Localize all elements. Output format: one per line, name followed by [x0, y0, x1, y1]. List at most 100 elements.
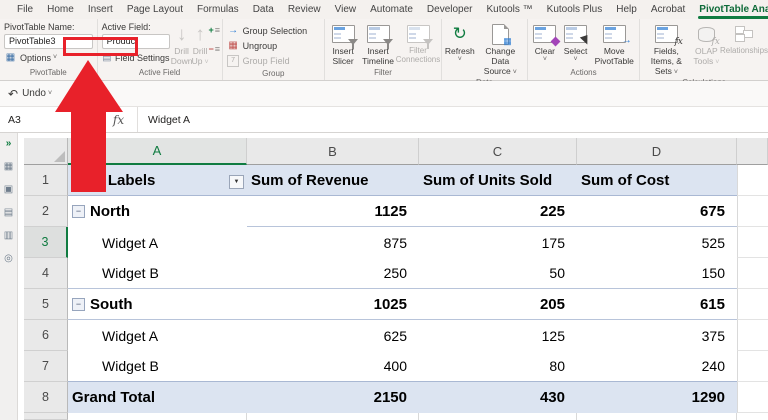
- group-field-button[interactable]: 7 Group Field: [225, 53, 310, 68]
- cell-E3[interactable]: [737, 227, 768, 258]
- tab-home[interactable]: Home: [40, 2, 81, 19]
- cell-D4[interactable]: 150: [577, 258, 737, 289]
- move-pivottable-button[interactable]: → Move PivotTable: [591, 21, 637, 66]
- cell-C7[interactable]: 80: [419, 351, 577, 382]
- cell-C8[interactable]: 430: [419, 382, 577, 413]
- cell-A4[interactable]: Widget B: [68, 258, 247, 289]
- cell-B3[interactable]: 875: [247, 227, 419, 258]
- cell-C3[interactable]: 175: [419, 227, 577, 258]
- cell-D1[interactable]: Sum of Cost: [577, 165, 737, 196]
- tab-acrobat[interactable]: Acrobat: [644, 2, 692, 19]
- tab-formulas[interactable]: Formulas: [190, 2, 246, 19]
- workbook-pane-icon[interactable]: ▦: [4, 162, 13, 172]
- drill-up-button[interactable]: ↑ Drill Up ˅: [192, 21, 209, 67]
- tab-pivottable-analyze[interactable]: PivotTable Analyze: [692, 2, 768, 19]
- cell-C5[interactable]: 205: [419, 289, 577, 320]
- row-labels-filter-button[interactable]: ▼: [229, 175, 244, 189]
- tab-developer[interactable]: Developer: [420, 2, 480, 19]
- cell-B6[interactable]: 625: [247, 320, 419, 351]
- undo-button[interactable]: Undo: [22, 88, 46, 99]
- collapse-north-button[interactable]: −: [72, 205, 85, 218]
- row-header-9[interactable]: [24, 413, 68, 420]
- row-header-4[interactable]: 4: [24, 258, 68, 289]
- tab-help[interactable]: Help: [609, 2, 644, 19]
- cell-E9[interactable]: [737, 413, 768, 420]
- cell-B5[interactable]: 1025: [247, 289, 419, 320]
- cell-B1[interactable]: Sum of Revenue: [247, 165, 419, 196]
- cell-C2[interactable]: 225: [419, 196, 577, 227]
- fields-items-sets-button[interactable]: fx Fields, Items, & Sets ˅: [642, 21, 691, 77]
- refresh-button[interactable]: ↻ Refresh ˅: [444, 21, 476, 64]
- cell-B2[interactable]: 1125: [247, 196, 419, 227]
- cell-B7[interactable]: 400: [247, 351, 419, 382]
- clear-button[interactable]: Clear ˅: [530, 21, 561, 64]
- tab-view[interactable]: View: [328, 2, 364, 19]
- columns-pane-icon[interactable]: ▥: [4, 231, 13, 241]
- form-pane-icon[interactable]: ▣: [4, 185, 13, 195]
- drill-down-button[interactable]: ↓ Drill Down: [171, 21, 193, 67]
- group-selection-button[interactable]: → Group Selection: [225, 23, 310, 38]
- tab-insert[interactable]: Insert: [81, 2, 120, 19]
- row-header-8[interactable]: 8: [24, 382, 68, 413]
- undo-dropdown-caret-icon[interactable]: ˅: [48, 90, 52, 97]
- expand-pane-icon[interactable]: »: [6, 139, 12, 149]
- ungroup-button[interactable]: ▦ Ungroup: [225, 38, 310, 53]
- cell-D8[interactable]: 1290: [577, 382, 737, 413]
- cell-E8[interactable]: [737, 382, 768, 413]
- tab-data[interactable]: Data: [246, 2, 281, 19]
- cell-D5[interactable]: 615: [577, 289, 737, 320]
- collapse-field-button[interactable]: − ≡: [209, 43, 221, 56]
- insert-slicer-button[interactable]: Insert Slicer: [327, 21, 359, 66]
- cell-E5[interactable]: [737, 289, 768, 320]
- column-header-e[interactable]: [737, 138, 768, 165]
- column-header-c[interactable]: C: [419, 138, 577, 165]
- column-header-d[interactable]: D: [577, 138, 737, 165]
- row-header-2[interactable]: 2: [24, 196, 68, 227]
- collapse-south-button[interactable]: −: [72, 297, 85, 311]
- tab-file[interactable]: File: [10, 2, 40, 19]
- cell-C1[interactable]: Sum of Units Sold: [419, 165, 577, 196]
- cell-A3[interactable]: Widget A: [68, 227, 247, 258]
- olap-tools-button[interactable]: fx OLAP Tools ˅: [691, 21, 722, 67]
- cell-A8[interactable]: Grand Total: [68, 382, 247, 413]
- cell-D2[interactable]: 675: [577, 196, 737, 227]
- insert-timeline-button[interactable]: Insert Timeline: [359, 21, 397, 66]
- cell-C6[interactable]: 125: [419, 320, 577, 351]
- cell-E4[interactable]: [737, 258, 768, 289]
- select-button[interactable]: Select ˅: [560, 21, 592, 64]
- cell-E7[interactable]: [737, 351, 768, 382]
- print-pane-icon[interactable]: ▤: [4, 208, 13, 218]
- tab-automate[interactable]: Automate: [363, 2, 420, 19]
- cell-A2[interactable]: − North: [68, 196, 247, 227]
- cell-D6[interactable]: 375: [577, 320, 737, 351]
- cell-D3[interactable]: 525: [577, 227, 737, 258]
- tab-page-layout[interactable]: Page Layout: [120, 2, 190, 19]
- row-header-5[interactable]: 5: [24, 289, 68, 320]
- cell-A9[interactable]: [68, 413, 247, 420]
- cell-A7[interactable]: Widget B: [68, 351, 247, 382]
- tab-review[interactable]: Review: [281, 2, 328, 19]
- expand-field-button[interactable]: + ≡: [209, 24, 221, 37]
- find-pane-icon[interactable]: ◎: [4, 254, 13, 264]
- change-data-source-button[interactable]: ▦ Change Data Source ˅: [476, 21, 525, 77]
- cell-B9[interactable]: [247, 413, 419, 420]
- cell-B8[interactable]: 2150: [247, 382, 419, 413]
- row-header-6[interactable]: 6: [24, 320, 68, 351]
- row-header-1[interactable]: 1: [24, 165, 68, 196]
- cell-C4[interactable]: 50: [419, 258, 577, 289]
- cell-E6[interactable]: [737, 320, 768, 351]
- row-header-3[interactable]: 3: [24, 227, 68, 258]
- cell-B4[interactable]: 250: [247, 258, 419, 289]
- relationships-button[interactable]: Relationships: [720, 21, 768, 55]
- row-header-7[interactable]: 7: [24, 351, 68, 382]
- select-all-corner[interactable]: [24, 138, 68, 165]
- cell-C9[interactable]: [419, 413, 577, 420]
- formula-input[interactable]: Widget A: [138, 107, 768, 132]
- cell-E2[interactable]: [737, 196, 768, 227]
- tab-kutools-plus[interactable]: Kutools Plus: [540, 2, 610, 19]
- cell-A5[interactable]: − South: [68, 289, 247, 320]
- filter-connections-button[interactable]: Filter Connections: [396, 21, 440, 65]
- cell-D7[interactable]: 240: [577, 351, 737, 382]
- cell-A6[interactable]: Widget A: [68, 320, 247, 351]
- cell-E1[interactable]: [737, 165, 768, 196]
